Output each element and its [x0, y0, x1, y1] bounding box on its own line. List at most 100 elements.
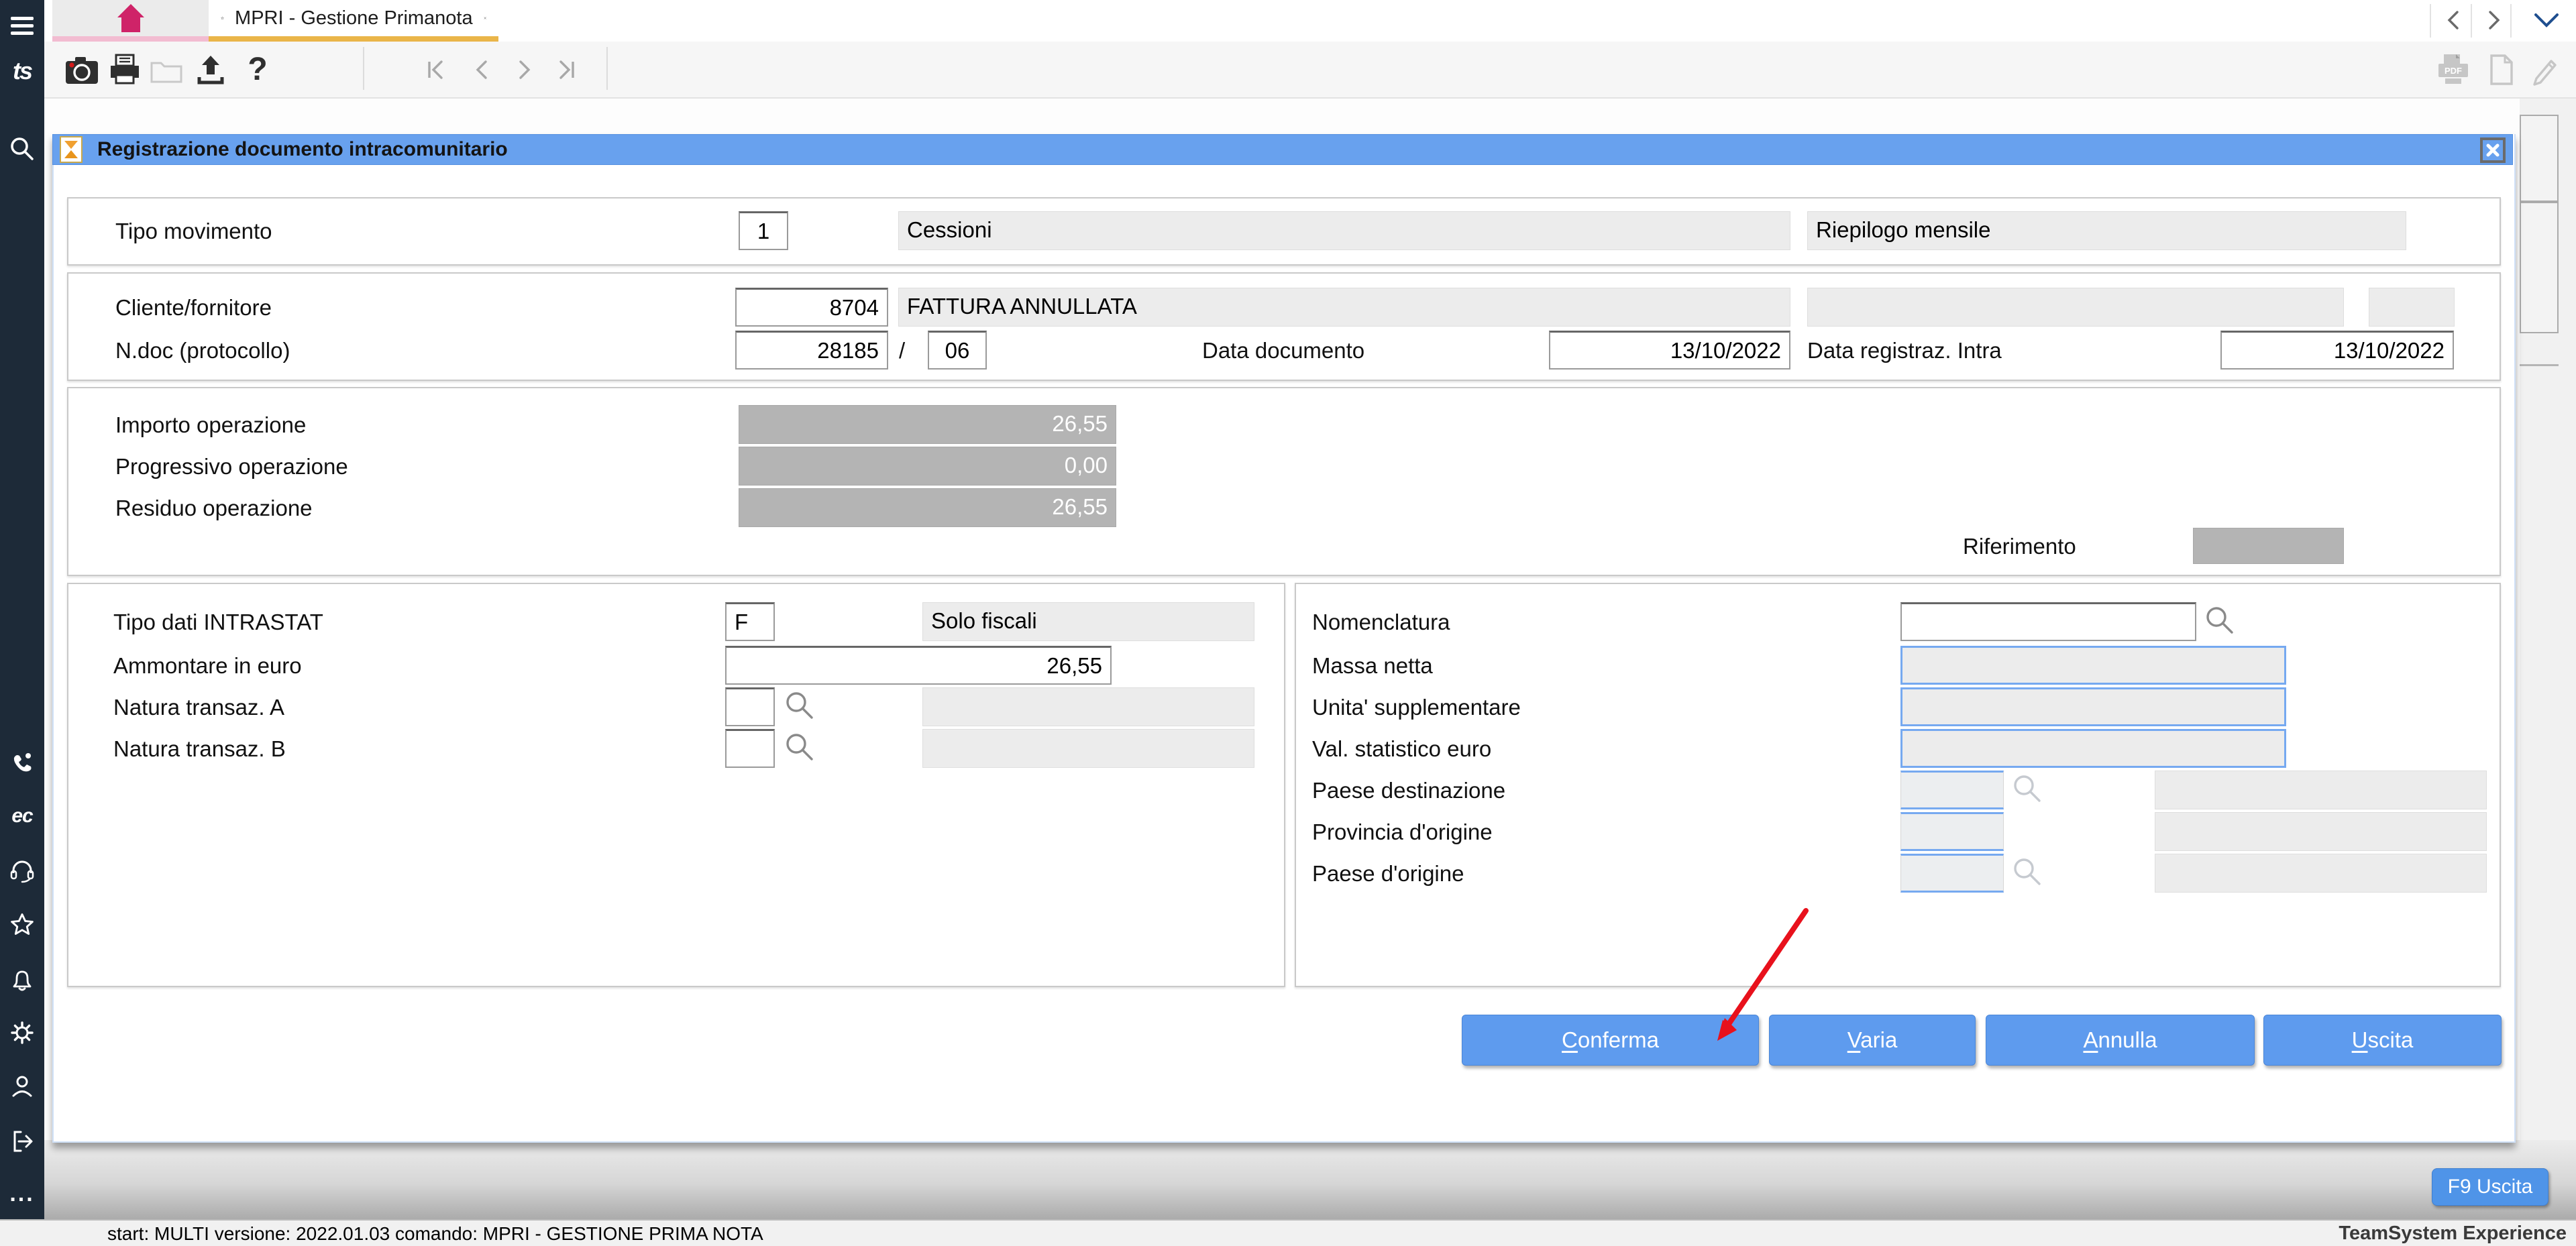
home-icon [113, 3, 148, 34]
natura-a-input[interactable] [725, 687, 775, 726]
dialog-title: Registrazione documento intracomunitario [97, 138, 508, 161]
ammontare-label: Ammontare in euro [113, 653, 302, 679]
phone-icon[interactable] [0, 747, 44, 781]
natura-b-label: Natura transaz. B [113, 736, 286, 762]
nav-first-icon[interactable] [419, 52, 453, 87]
tipo-movimento-input[interactable]: 1 [739, 211, 788, 250]
cliente-desc: FATTURA ANNULLATA [898, 288, 1790, 327]
progressivo-field: 0,00 [739, 447, 1116, 486]
uscita-button[interactable]: Uscita [2263, 1015, 2502, 1066]
data-documento-input[interactable]: 13/10/2022 [1549, 331, 1790, 370]
provincia-origine-desc [2155, 812, 2487, 851]
nomenclatura-label: Nomenclatura [1312, 610, 1450, 635]
upload-icon[interactable] [193, 52, 228, 87]
bottom-band: F9 Uscita [44, 1140, 2576, 1219]
tab-mpri[interactable]: MPRI - Gestione Primanota [209, 0, 498, 36]
unita-supplementare-input[interactable] [1900, 687, 2286, 726]
pdf-export-icon[interactable]: PDF [2436, 52, 2471, 87]
nav-prev-icon[interactable] [464, 52, 499, 87]
scrollbar-divider [2520, 364, 2559, 366]
star-icon[interactable] [0, 908, 44, 943]
toolbar-separator [363, 47, 364, 90]
home-tab[interactable] [52, 0, 209, 36]
scrollbar-thumb[interactable] [2520, 115, 2559, 202]
tipo-movimento-desc: Cessioni [898, 211, 1790, 250]
headset-icon[interactable] [0, 853, 44, 888]
tabbar-separator [2430, 4, 2431, 38]
dialog-titlebar[interactable]: Registrazione documento intracomunitario [52, 134, 2513, 165]
cliente-extra-field [1807, 288, 2344, 327]
scrollbar-track[interactable] [2520, 202, 2559, 333]
ndoc-input[interactable]: 28185 [735, 331, 888, 370]
search-icon[interactable] [0, 131, 44, 166]
logout-icon[interactable] [0, 1124, 44, 1159]
paese-origine-input[interactable] [1900, 854, 2004, 893]
nav-next-icon[interactable] [507, 52, 542, 87]
dialog-close-icon[interactable] [2480, 137, 2506, 163]
gear-icon[interactable] [0, 1015, 44, 1050]
camera-icon[interactable] [64, 52, 99, 87]
provincia-origine-input[interactable] [1900, 812, 2004, 851]
importo-label: Importo operazione [115, 412, 306, 438]
nav-last-icon[interactable] [549, 52, 584, 87]
paese-origine-magnifier-icon[interactable] [2010, 855, 2045, 890]
varia-button[interactable]: Varia [1769, 1015, 1976, 1066]
window-forward-icon[interactable] [2482, 7, 2506, 34]
hamburger-menu-icon[interactable] [0, 8, 44, 43]
tab-star-icon [221, 8, 224, 28]
ndoc-suffix-input[interactable]: 06 [928, 331, 987, 370]
tabbar-separator [2471, 4, 2472, 38]
help-icon[interactable]: ? [240, 52, 275, 87]
sidebar: ts ec ... [0, 0, 44, 1219]
natura-b-input[interactable] [725, 729, 775, 768]
riepilogo-field: Riepilogo mensile [1807, 211, 2406, 250]
print-icon[interactable] [107, 52, 142, 87]
val-statistico-input[interactable] [1900, 729, 2286, 768]
massa-netta-label: Massa netta [1312, 653, 1433, 679]
tipo-movimento-label: Tipo movimento [115, 219, 272, 244]
data-documento-label: Data documento [1202, 338, 1364, 363]
cliente-input[interactable]: 8704 [735, 288, 888, 327]
nomenclatura-lookup-magnifier-icon[interactable] [2203, 604, 2238, 638]
svg-text:PDF: PDF [2445, 66, 2462, 76]
tab-bar: MPRI - Gestione Primanota [44, 0, 2576, 42]
toolbar-separator [606, 47, 608, 90]
user-icon[interactable] [0, 1069, 44, 1104]
folder-icon[interactable] [149, 52, 184, 87]
paese-destinazione-magnifier-icon[interactable] [2010, 772, 2045, 807]
status-bar: start: MULTI versione: 2022.01.03 comand… [0, 1219, 2576, 1246]
section-intrastat: Tipo dati INTRASTAT F Solo fiscali Ammon… [67, 583, 1285, 987]
tipo-dati-label: Tipo dati INTRASTAT [113, 610, 323, 635]
data-registraz-input[interactable]: 13/10/2022 [2220, 331, 2454, 370]
ec-logo[interactable]: ec [0, 799, 44, 833]
window-collapse-icon[interactable] [2528, 7, 2565, 34]
tipo-dati-desc: Solo fiscali [922, 602, 1254, 641]
paese-destinazione-input[interactable] [1900, 771, 2004, 809]
new-document-icon[interactable] [2483, 52, 2518, 87]
bell-icon[interactable] [0, 962, 44, 997]
annulla-button[interactable]: Annulla [1986, 1015, 2255, 1066]
home-tab-underline [52, 36, 209, 42]
tipo-dati-input[interactable]: F [725, 602, 775, 641]
paese-origine-label: Paese d'origine [1312, 861, 1464, 887]
importo-field: 26,55 [739, 405, 1116, 444]
natura-b-desc [922, 729, 1254, 768]
natura-b-lookup-magnifier-icon[interactable] [783, 730, 818, 765]
f9-uscita-button[interactable]: F9 Uscita [2432, 1168, 2548, 1206]
paese-destinazione-label: Paese destinazione [1312, 778, 1505, 803]
tabbar-separator [2510, 4, 2512, 38]
tab-title: MPRI - Gestione Primanota [235, 7, 473, 30]
natura-a-lookup-magnifier-icon[interactable] [783, 689, 818, 724]
right-scroll-area [2520, 97, 2576, 1140]
window-back-icon[interactable] [2441, 7, 2465, 34]
section-tipo-movimento: Tipo movimento 1 Cessioni Riepilogo mens… [67, 197, 2501, 266]
more-ellipsis-icon[interactable]: ... [0, 1179, 44, 1208]
tab-close-icon[interactable] [484, 9, 486, 27]
natura-a-desc [922, 687, 1254, 726]
conferma-button[interactable]: Conferma [1462, 1015, 1759, 1066]
edit-pencil-icon[interactable] [2528, 52, 2563, 87]
nomenclatura-input[interactable] [1900, 602, 2196, 641]
ammontare-input[interactable]: 26,55 [725, 646, 1112, 685]
cliente-label: Cliente/fornitore [115, 295, 272, 321]
massa-netta-input[interactable] [1900, 646, 2286, 685]
